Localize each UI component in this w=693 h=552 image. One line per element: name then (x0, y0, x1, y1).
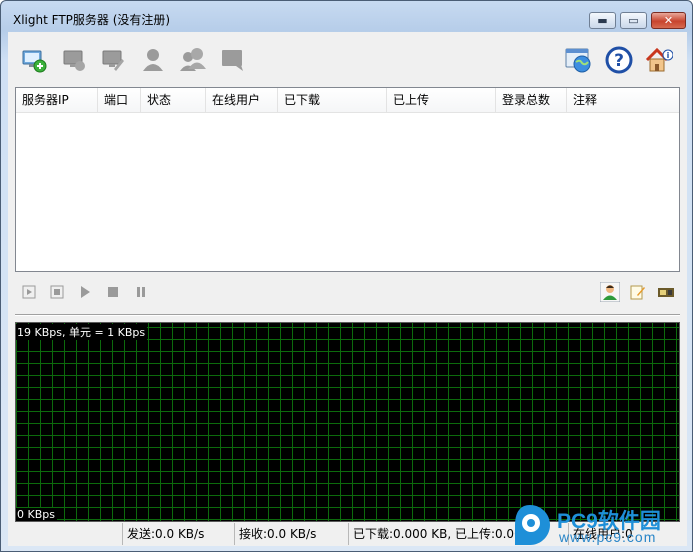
start-button[interactable] (77, 284, 93, 300)
group-button[interactable] (177, 44, 209, 76)
column-comment[interactable]: 注释 (567, 88, 679, 112)
log-edit-icon (630, 285, 645, 300)
edit-server-button[interactable] (97, 44, 129, 76)
message-icon (222, 50, 243, 71)
step-icon (22, 285, 36, 299)
home-info-button[interactable]: i (643, 44, 675, 76)
status-receive-rate: 接收:0.0 KB/s (235, 523, 349, 545)
brand-logo-icon (515, 505, 550, 545)
client-area: ? i 服务器IP 端口 状态 在线用户 已下载 已上传 登录总数 注释 19 … (8, 32, 687, 546)
watermark: PC9软件园 www.pc9.com (507, 503, 687, 549)
column-server-ip[interactable]: 服务器IP (16, 88, 98, 112)
settings-icon (658, 288, 674, 297)
edit-server-icon (102, 50, 124, 71)
svg-text:?: ? (614, 51, 624, 71)
window-title: Xlight FTP服务器 (没有注册) (13, 13, 171, 27)
user-button[interactable] (137, 44, 169, 76)
column-online-users[interactable]: 在线用户 (206, 88, 278, 112)
stop-button[interactable] (105, 284, 121, 300)
help-button[interactable]: ? (603, 44, 635, 76)
stop-icon (108, 287, 118, 297)
minimize-button[interactable]: ▬ (589, 12, 616, 29)
online-users-button[interactable] (600, 282, 620, 302)
traffic-graph: 19 KBps, 单元 = 1 KBps 0 KBps (15, 322, 680, 522)
column-total-logins[interactable]: 登录总数 (496, 88, 567, 112)
home-info-icon: i (645, 47, 673, 72)
add-server-icon (22, 50, 47, 73)
remove-server-button[interactable] (58, 44, 90, 76)
step-button[interactable] (21, 284, 37, 300)
list-header: 服务器IP 端口 状态 在线用户 已下载 已上传 登录总数 注释 (16, 88, 679, 113)
pause-button[interactable] (133, 284, 149, 300)
column-status[interactable]: 状态 (141, 88, 206, 112)
graph-zero-label: 0 KBps (16, 508, 57, 521)
play-icon (81, 286, 90, 298)
watermark-url: www.pc9.com (559, 529, 657, 545)
settings-button[interactable] (656, 284, 676, 300)
status-send-rate: 发送:0.0 KB/s (123, 523, 235, 545)
app-window: Xlight FTP服务器 (没有注册) ▬ ▭ ✕ ? i 服务器IP 端口 … (0, 0, 693, 552)
add-server-button[interactable] (18, 44, 50, 76)
message-button[interactable] (217, 44, 249, 76)
stop-square-icon (50, 285, 64, 299)
status-blank (15, 523, 123, 545)
close-button[interactable]: ✕ (651, 12, 686, 29)
column-uploaded[interactable]: 已上传 (387, 88, 496, 112)
separator (15, 314, 680, 316)
column-downloaded[interactable]: 已下载 (278, 88, 387, 112)
svg-text:i: i (667, 51, 670, 60)
help-icon: ? (605, 46, 633, 74)
column-port[interactable]: 端口 (98, 88, 141, 112)
maximize-button[interactable]: ▭ (620, 12, 647, 29)
title-bar[interactable]: Xlight FTP服务器 (没有注册) ▬ ▭ ✕ (1, 1, 692, 32)
server-list[interactable]: 服务器IP 端口 状态 在线用户 已下载 已上传 登录总数 注释 (15, 87, 680, 272)
web-icon (565, 48, 591, 73)
stop-square-button[interactable] (49, 284, 65, 300)
group-icon (180, 48, 206, 71)
log-edit-button[interactable] (630, 284, 646, 300)
web-button[interactable] (563, 44, 595, 76)
user-icon (143, 49, 163, 71)
pause-icon (137, 287, 145, 297)
graph-scale-label: 19 KBps, 单元 = 1 KBps (16, 324, 148, 340)
online-users-icon (600, 282, 620, 302)
remove-server-icon (63, 50, 85, 71)
